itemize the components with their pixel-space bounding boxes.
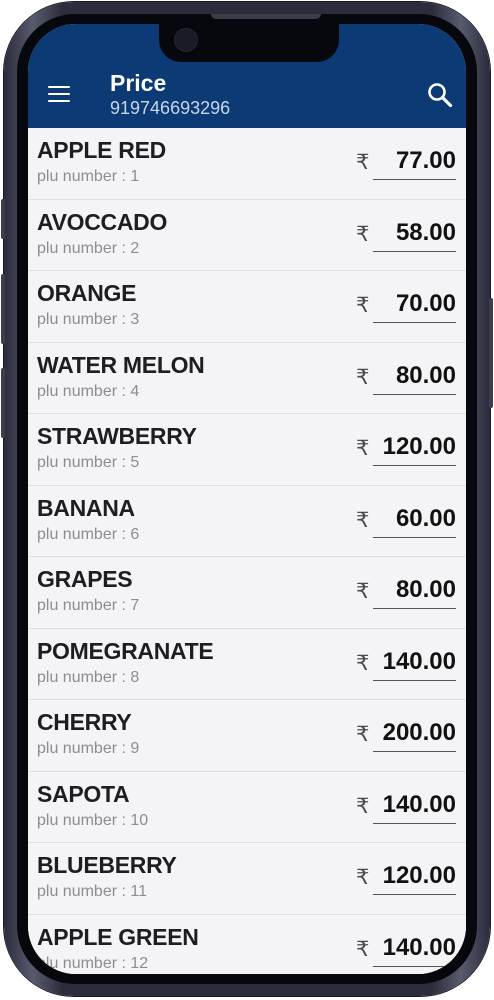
rupee-icon: ₹: [356, 723, 370, 746]
item-name: APPLE GREEN: [37, 923, 199, 950]
page-title: Price: [110, 70, 167, 96]
volume-up-button: [1, 274, 5, 344]
rupee-icon: ₹: [356, 222, 370, 246]
item-name: WATER MELON: [37, 351, 205, 378]
price-input[interactable]: 120.00: [373, 428, 456, 466]
item-name: BANANA: [37, 494, 135, 521]
phone-bezel: Price 919746693296 APPLE RED plu number :…: [17, 14, 477, 984]
price-input[interactable]: 80.00: [373, 571, 456, 609]
list-item: BANANA plu number : 6 ₹60.00: [28, 485, 466, 557]
rupee-icon: ₹: [356, 866, 370, 889]
plu-number: plu number : 8: [37, 668, 140, 686]
list-item: APPLE GREEN plu number : 12 ₹140.00: [28, 914, 466, 974]
rupee-icon: ₹: [356, 294, 370, 317]
plu-number: plu number : 5: [37, 454, 140, 471]
item-name: CHERRY: [37, 709, 132, 735]
rupee-icon: ₹: [356, 365, 370, 389]
list-item: APPLE RED plu number : 1 ₹77.00: [28, 128, 466, 200]
item-name: STRAWBERRY: [37, 423, 197, 449]
price-input[interactable]: 70.00: [373, 285, 456, 323]
notch: [159, 24, 339, 62]
action-button: [1, 199, 5, 239]
rupee-icon: ₹: [356, 151, 370, 174]
list-item: BLUEBERRY plu number : 11 ₹120.00: [28, 843, 466, 915]
list-item: SAPOTA plu number : 10 ₹140.00: [28, 771, 466, 843]
list-item: CHERRY plu number : 9 ₹200.00: [28, 700, 466, 772]
plu-number: plu number : 11: [37, 883, 147, 900]
rupee-icon: ₹: [356, 937, 370, 961]
plu-number: plu number : 4: [37, 382, 140, 400]
item-name: AVOCCADO: [37, 208, 168, 235]
price-input[interactable]: 140.00: [373, 929, 456, 967]
rupee-icon: ₹: [356, 580, 370, 603]
item-name: APPLE RED: [37, 137, 166, 163]
power-button: [489, 298, 493, 408]
front-camera-icon: [174, 28, 198, 52]
plu-number: plu number : 1: [37, 168, 140, 185]
plu-number: plu number : 7: [37, 597, 140, 614]
app-screen: Price 919746693296 APPLE RED plu number :…: [28, 24, 466, 974]
rupee-icon: ₹: [356, 794, 370, 818]
price-input[interactable]: 200.00: [373, 714, 456, 752]
phone-frame: Price 919746693296 APPLE RED plu number :…: [1, 2, 493, 996]
price-input[interactable]: 140.00: [373, 643, 456, 681]
account-number: 919746693296: [110, 98, 231, 118]
price-input[interactable]: 60.00: [373, 500, 456, 538]
list-item: ORANGE plu number : 3 ₹70.00: [28, 271, 466, 343]
list-item: WATER MELON plu number : 4 ₹80.00: [28, 342, 466, 414]
search-icon[interactable]: [427, 82, 453, 108]
price-input[interactable]: 120.00: [373, 857, 456, 895]
list-item: POMEGRANATE plu number : 8 ₹140.00: [28, 628, 466, 700]
plu-number: plu number : 3: [37, 311, 140, 328]
price-input[interactable]: 80.00: [373, 357, 456, 395]
item-name: SAPOTA: [37, 780, 130, 807]
rupee-icon: ₹: [356, 651, 370, 675]
item-name: POMEGRANATE: [37, 637, 214, 664]
plu-number: plu number : 10: [37, 811, 149, 829]
hamburger-menu-icon[interactable]: [48, 86, 70, 103]
item-name: BLUEBERRY: [37, 852, 177, 878]
price-list: APPLE RED plu number : 1 ₹77.00 AVOCCADO plu…: [28, 128, 466, 974]
price-input[interactable]: 77.00: [373, 142, 456, 180]
plu-number: plu number : 6: [37, 525, 140, 543]
plu-number: plu number : 9: [37, 740, 140, 757]
item-name: ORANGE: [37, 280, 137, 306]
plu-number: plu number : 12: [37, 954, 149, 972]
list-item: GRAPES plu number : 7 ₹80.00: [28, 557, 466, 629]
speaker-grille: [211, 14, 321, 19]
list-item: STRAWBERRY plu number : 5 ₹120.00: [28, 414, 466, 486]
price-input[interactable]: 140.00: [373, 786, 456, 824]
item-name: GRAPES: [37, 566, 133, 592]
plu-number: plu number : 2: [37, 239, 140, 257]
rupee-icon: ₹: [356, 437, 370, 460]
volume-down-button: [1, 368, 5, 438]
rupee-icon: ₹: [356, 508, 370, 532]
price-input[interactable]: 58.00: [373, 214, 456, 252]
list-item: AVOCCADO plu number : 2 ₹58.00: [28, 199, 466, 271]
